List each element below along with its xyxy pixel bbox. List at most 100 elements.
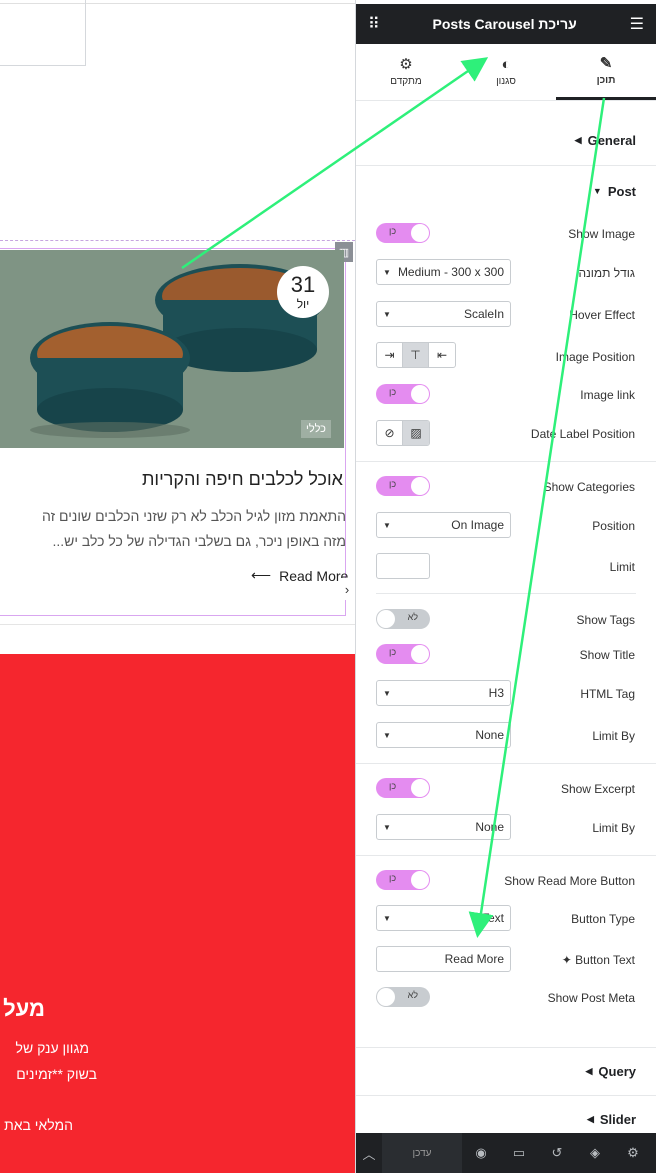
select-value: Medium - 300 x 300: [397, 265, 504, 279]
html-tag-label: HTML Tag: [580, 687, 635, 701]
select-value: On Image: [451, 518, 504, 532]
image-link-toggle[interactable]: כן: [376, 384, 430, 404]
gear-icon: ⚙: [399, 56, 413, 73]
section-title: Slider: [599, 1112, 636, 1127]
date-day: 31: [290, 272, 316, 297]
align-right-icon[interactable]: ⇥: [377, 343, 403, 367]
caret-left-icon: ◀: [586, 1114, 594, 1124]
panel-header: ⠿ Posts Carousel עריכת ☰: [356, 4, 656, 44]
show-read-more-toggle[interactable]: כן: [376, 870, 430, 890]
section-general[interactable]: General ◀: [356, 116, 656, 166]
category-position-select[interactable]: ▼ On Image: [376, 512, 511, 538]
show-categories-toggle[interactable]: כן: [376, 476, 430, 496]
hamburger-menu-icon[interactable]: ☰: [630, 14, 644, 34]
show-post-meta-label: Show Post Meta: [547, 991, 635, 1005]
responsive-icon[interactable]: ▭: [500, 1133, 538, 1173]
show-categories-label: Show Categories: [543, 480, 635, 494]
show-title-label: Show Title: [579, 648, 635, 662]
dropdown-arrow-icon: ▼: [383, 688, 391, 698]
toggle-text: לא: [407, 612, 418, 622]
date-label-position-choices: ⊘ ▨: [376, 420, 430, 446]
chevron-up-icon[interactable]: ︿: [356, 1133, 382, 1173]
widgets-grid-icon[interactable]: ⠿: [368, 14, 380, 34]
position-label: Position: [592, 519, 635, 533]
button-text-input[interactable]: Read More: [376, 946, 511, 972]
tab-style[interactable]: ◐ סגנון: [456, 44, 556, 100]
limit-by-label: Limit By: [592, 729, 635, 743]
show-excerpt-toggle[interactable]: כן: [376, 778, 430, 798]
button-text-label: ✦ Button Text: [562, 953, 635, 967]
show-excerpt-label: Show Excerpt: [560, 782, 635, 796]
select-value: H3: [488, 686, 504, 700]
divider: [356, 763, 656, 764]
align-top-icon[interactable]: ⊤: [403, 343, 429, 367]
image-size-select[interactable]: ▼ Medium - 300 x 300: [376, 259, 511, 285]
section-query[interactable]: Query ◀: [356, 1048, 656, 1096]
carousel-next-arrow-icon[interactable]: ›: [339, 578, 355, 600]
red-section-text: מגוון ענק של: [15, 1040, 89, 1056]
dropdown-arrow-icon: ▼: [383, 913, 391, 923]
tab-label: תוכן: [596, 74, 616, 86]
read-more-link[interactable]: ⟵ Read More: [251, 567, 348, 584]
settings-gear-icon[interactable]: ⚙: [614, 1133, 652, 1173]
layers-icon[interactable]: ◈: [576, 1133, 614, 1173]
caret-left-icon: ◀: [585, 1066, 593, 1076]
panel-title: Posts Carousel עריכת: [432, 16, 577, 32]
divider: [356, 855, 656, 856]
show-post-meta-toggle[interactable]: לא: [376, 987, 430, 1007]
section-post[interactable]: Post ▼: [356, 166, 656, 216]
toggle-text: כן: [389, 387, 397, 397]
post-excerpt: התאמת מזון לגיל הכלב לא רק שזני הכלבים ש…: [0, 504, 346, 554]
eye-icon[interactable]: ◉: [462, 1133, 500, 1173]
pencil-icon: ✎: [599, 54, 613, 72]
red-section-title: מעל: [3, 996, 45, 1021]
empty-widget-box[interactable]: [0, 0, 86, 66]
limit-by-label: Limit By: [592, 821, 635, 835]
section-selection-outline: [0, 240, 355, 241]
select-value: ScaleIn: [463, 307, 504, 321]
red-section-text: בשוק **זמינים: [16, 1066, 97, 1082]
excerpt-limit-by-select[interactable]: ▼ None: [376, 814, 511, 840]
image-position-label: Image Position: [555, 350, 635, 364]
divider: [356, 461, 656, 462]
title-limit-by-select[interactable]: ▼ None: [376, 722, 511, 748]
show-read-more-label: Show Read More Button: [504, 874, 635, 888]
hover-effect-select[interactable]: ▼ ScaleIn: [376, 301, 511, 327]
excerpt-line: התאמת מזון לגיל הכלב לא רק שזני הכלבים ש…: [42, 508, 346, 524]
show-image-label: Show Image: [568, 227, 635, 241]
html-tag-select[interactable]: ▼ H3: [376, 680, 511, 706]
select-value: Text: [481, 911, 504, 925]
show-tags-toggle[interactable]: לא: [376, 609, 430, 629]
image-icon[interactable]: ▨: [403, 421, 429, 445]
dropdown-arrow-icon: ▼: [383, 520, 391, 530]
dropdown-arrow-icon: ▼: [383, 309, 391, 319]
dropdown-arrow-icon: ▼: [383, 822, 391, 832]
select-value: None: [475, 820, 504, 834]
none-icon[interactable]: ⊘: [377, 421, 403, 445]
history-icon[interactable]: ↺: [538, 1133, 576, 1173]
dropdown-arrow-icon: ▼: [383, 267, 391, 277]
divider: [376, 593, 636, 594]
category-badge[interactable]: כללי: [301, 420, 331, 438]
toggle-text: כן: [389, 226, 397, 236]
caret-left-icon: ◀: [574, 135, 582, 145]
canvas-divider: [0, 624, 355, 625]
image-position-choices: ⇥ ⊤ ⇤: [376, 342, 456, 368]
show-image-toggle[interactable]: כן: [376, 223, 430, 243]
hover-effect-label: Hover Effect: [569, 308, 635, 322]
limit-input[interactable]: [376, 553, 430, 579]
button-type-select[interactable]: ▼ Text: [376, 905, 511, 931]
align-left-icon[interactable]: ⇤: [429, 343, 455, 367]
ai-sparkle-icon[interactable]: ✦: [562, 953, 572, 967]
section-title: Post: [607, 183, 636, 199]
tab-advanced[interactable]: ⚙ מתקדם: [356, 44, 456, 100]
read-more-label: Read More: [279, 567, 349, 584]
half-circle-icon: ◐: [501, 56, 511, 73]
tab-content[interactable]: ✎ תוכן: [556, 44, 656, 100]
post-title[interactable]: אוכל לכלבים חיפה והקריות: [142, 469, 343, 490]
show-title-toggle[interactable]: כן: [376, 644, 430, 664]
update-button[interactable]: עדכן: [382, 1133, 462, 1173]
toggle-text: כן: [389, 647, 397, 657]
toggle-text: לא: [407, 990, 418, 1000]
red-section: [0, 654, 355, 1173]
